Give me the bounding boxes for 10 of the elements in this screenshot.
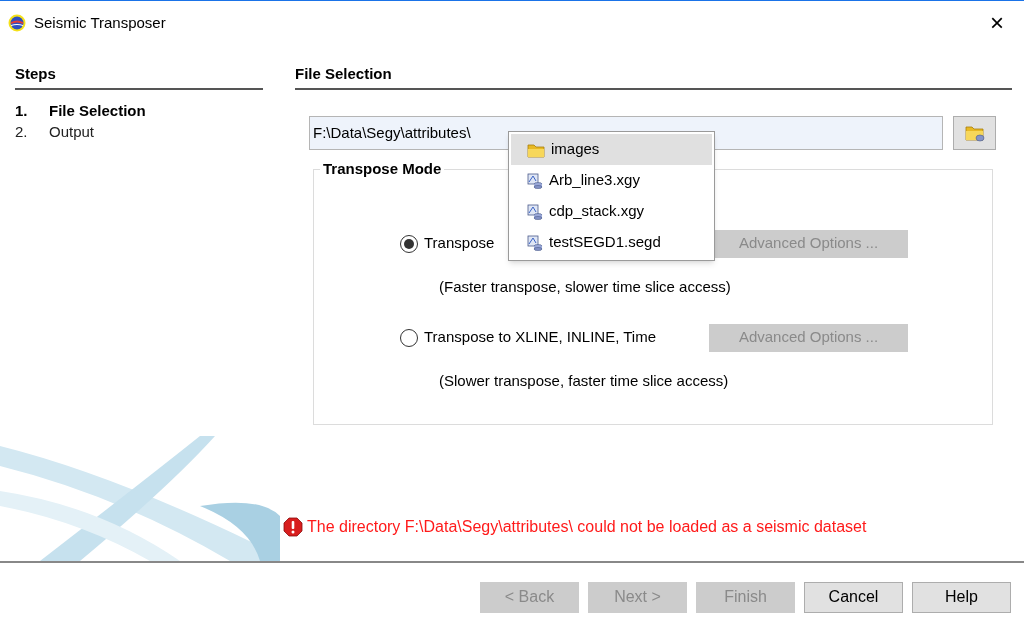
step-item: 2. Output [15, 121, 96, 142]
radio-label: Transpose [424, 233, 495, 254]
option-hint: (Faster transpose, slower time slice access) [439, 276, 732, 297]
option-hint: (Slower transpose, faster time slice access) [439, 370, 730, 391]
steps-heading: Steps [15, 63, 263, 90]
error-message: The directory F:\Data\Segy\attributes\ could not be loaded as a seismic dataset [307, 516, 867, 537]
step-item: 1. File Selection [15, 100, 147, 121]
panel-heading: File Selection [295, 63, 1012, 90]
radio-label: Transpose to XLINE, INLINE, Time [424, 327, 657, 348]
window-title: Seismic Transposer [34, 12, 166, 33]
